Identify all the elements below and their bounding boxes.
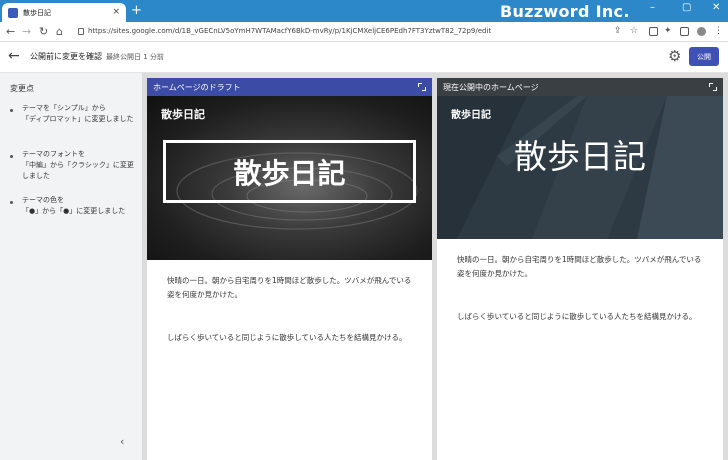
- share-icon[interactable]: ⇪: [614, 26, 622, 36]
- draft-panel: ホームページのドラフト 散歩日記 散歩日記 快晴の一日。朝から自宅周りを1時間ほ…: [147, 78, 432, 460]
- sidepanel-icon[interactable]: [680, 27, 689, 36]
- tab-close-icon[interactable]: ×: [112, 8, 120, 17]
- change-item: テーマのフォントを 「中編」から「クラシック」に変更しました: [10, 149, 138, 182]
- address-bar[interactable]: https://sites.google.com/d/1B_vGECnLV5oY…: [88, 27, 491, 35]
- paragraph: 快晴の一日。朝から自宅周りを1時間ほど散歩した。ツバメが飛んでいる姿を何度か見か…: [167, 276, 412, 299]
- preview-stage: ホームページのドラフト 散歩日記 散歩日記 快晴の一日。朝から自宅周りを1時間ほ…: [142, 73, 728, 460]
- hero-title: 散歩日記: [514, 137, 646, 176]
- bookmark-star-icon[interactable]: ☆: [630, 26, 638, 36]
- sites-favicon-icon: [8, 7, 18, 18]
- reload-icon[interactable]: ↻: [39, 25, 48, 39]
- site-name: 散歩日記: [161, 108, 205, 121]
- fullscreen-icon[interactable]: [709, 83, 717, 91]
- change-line: 「中編」から「クラシック」に変更しました: [22, 161, 134, 180]
- site-name: 散歩日記: [451, 110, 491, 121]
- lock-icon: [78, 28, 84, 35]
- change-line: テーマのフォントを: [22, 150, 85, 158]
- close-window-icon[interactable]: ✕: [712, 2, 720, 13]
- back-arrow-icon[interactable]: ←: [8, 48, 20, 64]
- change-line: 「ディプロマット」に変更しました: [22, 115, 134, 123]
- main-area: 変更点 テーマを「シンプル」から 「ディプロマット」に変更しました テーマのフォ…: [0, 73, 728, 460]
- live-hero: 散歩日記 散歩日記: [437, 96, 723, 239]
- hero-title: 散歩日記: [163, 140, 416, 203]
- change-line: 「●」から「●」に変更しました: [22, 207, 126, 215]
- live-panel-label: 現在公開中のホームページ: [443, 82, 539, 92]
- changes-sidebar: 変更点 テーマを「シンプル」から 「ディプロマット」に変更しました テーマのフォ…: [0, 73, 142, 460]
- bullet-icon: [10, 109, 13, 112]
- draft-hero: 散歩日記 散歩日記: [147, 96, 432, 260]
- change-item: テーマを「シンプル」から 「ディプロマット」に変更しました: [10, 103, 138, 125]
- minimize-icon[interactable]: –: [650, 2, 655, 13]
- last-published-text: 最終公開日 1 分前: [106, 53, 164, 61]
- paragraph: しばらく歩いていると同じように散歩している人たちを結構見かける。: [167, 333, 407, 342]
- tab-title: 散歩日記: [23, 8, 51, 17]
- forward-nav-icon[interactable]: →: [22, 25, 31, 39]
- home-icon[interactable]: ⌂: [56, 25, 63, 39]
- paragraph: しばらく歩いていると同じように散歩している人たちを結構見かける。: [457, 312, 697, 321]
- page-title: 公開前に変更を確認: [30, 52, 102, 61]
- draft-content: 快晴の一日。朝から自宅周りを1時間ほど散歩した。ツバメが飛んでいる姿を何度か見か…: [147, 260, 432, 345]
- changes-title: 変更点: [10, 84, 34, 93]
- brand-watermark: Buzzword Inc.: [500, 2, 630, 21]
- app-header: ← 公開前に変更を確認 最終公開日 1 分前 ⚙ 公開: [0, 42, 728, 73]
- back-nav-icon[interactable]: ←: [6, 25, 15, 39]
- change-line: テーマを「シンプル」から: [22, 104, 106, 112]
- browser-tab[interactable]: 散歩日記 ×: [2, 3, 126, 22]
- change-item: テーマの色を 「●」から「●」に変更しました: [10, 195, 138, 217]
- collapse-sidebar-icon[interactable]: ‹: [120, 435, 124, 448]
- maximize-icon[interactable]: ▢: [682, 2, 691, 13]
- change-line: テーマの色を: [22, 196, 64, 204]
- live-panel-header: 現在公開中のホームページ: [437, 78, 723, 96]
- profile-avatar[interactable]: [697, 27, 706, 36]
- gear-icon[interactable]: ⚙: [668, 47, 681, 65]
- new-tab-button[interactable]: +: [131, 4, 142, 17]
- publish-button[interactable]: 公開: [689, 47, 719, 66]
- live-panel: 現在公開中のホームページ 散歩日記 散歩日記 快晴の一日。朝から自宅周りを1時間…: [437, 78, 723, 460]
- fullscreen-icon[interactable]: [418, 83, 426, 91]
- bullet-icon: [10, 155, 13, 158]
- draft-panel-header: ホームページのドラフト: [147, 78, 432, 96]
- draft-panel-label: ホームページのドラフト: [153, 82, 241, 92]
- puzzle-icon[interactable]: ✦: [664, 26, 672, 36]
- more-menu-icon[interactable]: ⋮: [714, 26, 723, 36]
- extension-icon[interactable]: [649, 27, 658, 36]
- bullet-icon: [10, 201, 13, 204]
- paragraph: 快晴の一日。朝から自宅周りを1時間ほど散歩した。ツバメが飛んでいる姿を何度か見か…: [457, 255, 702, 278]
- browser-titlebar: 散歩日記 × + Buzzword Inc. – ▢ ✕: [0, 0, 728, 22]
- browser-navbar: ← → ↻ ⌂ https://sites.google.com/d/1B_vG…: [0, 22, 728, 42]
- live-content: 快晴の一日。朝から自宅周りを1時間ほど散歩した。ツバメが飛んでいる姿を何度か見か…: [437, 239, 723, 324]
